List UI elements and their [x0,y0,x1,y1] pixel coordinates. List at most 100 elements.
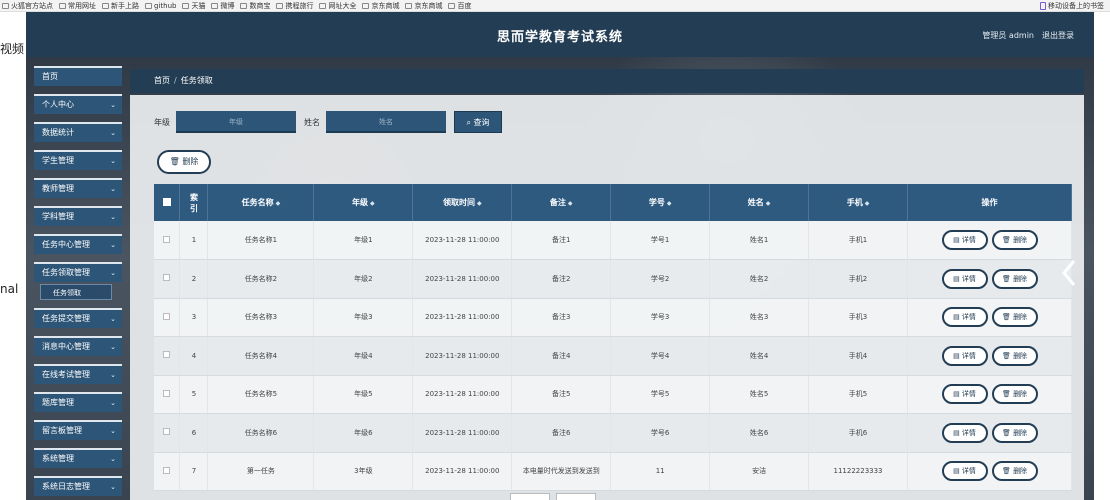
table-cell: 学号1 [610,221,711,260]
bookmark-item[interactable]: 数商宝 [240,1,270,11]
batch-delete-button[interactable]: 🗑 删除 [157,150,211,174]
sidebar-item-4[interactable]: 教师管理 ⌄ [34,178,122,198]
sidebar-item-6[interactable]: 任务中心管理 ⌄ [34,234,122,254]
sidebar-item-0[interactable]: 首页 [34,66,122,86]
bookmark-label: 网址大全 [328,1,357,10]
detail-button[interactable]: ▤ 详情 [941,384,988,405]
sidebar-item-3[interactable]: 学生管理 ⌄ [34,150,122,170]
table-cell: 7 [179,452,209,491]
sidebar-item-10[interactable]: 在线考试管理 ⌄ [34,364,122,384]
bookmark-label: 火狐官方站点 [11,1,53,10]
trash-icon: 🗑 [1001,351,1014,360]
sidebar-item-14[interactable]: 系统日志管理 ⌄ [34,476,122,496]
sort-icon[interactable]: ◆ [370,200,375,207]
sort-icon[interactable]: ◆ [865,200,870,207]
table-cell: 2023-11-28 11:00:00 [412,375,513,414]
delete-label: 删除 [1013,428,1028,437]
bookmark-item[interactable]: 常用网址 [59,1,96,11]
chevron-down-icon: ⌄ [110,371,116,379]
sort-icon[interactable]: ◆ [766,200,771,207]
chevron-down-icon: ⌄ [110,129,116,137]
chevron-left-icon[interactable] [1060,258,1078,288]
bookmark-item[interactable]: 火狐官方站点 [2,1,53,11]
column-header[interactable]: 任务名称 ◆ [207,184,315,221]
delete-button[interactable]: 🗑 删除 [991,307,1038,328]
detail-button[interactable]: ▤ 详情 [941,461,988,482]
bookmark-item[interactable]: 京东商城 [405,1,442,11]
column-header[interactable]: 备注 ◆ [511,184,612,221]
sidebar-item-8[interactable]: 任务提交管理 ⌄ [34,308,122,328]
detail-button[interactable]: ▤ 详情 [941,345,988,366]
row-checkbox-cell[interactable] [154,298,181,337]
header-select-all[interactable] [154,184,181,221]
sidebar-item-13[interactable]: 系统管理 ⌄ [34,448,122,468]
delete-button[interactable]: 🗑 删除 [991,230,1038,250]
bookmark-item[interactable]: 京东商城 [362,1,399,11]
bookmark-item[interactable]: 携程旅行 [276,1,313,11]
sort-icon[interactable]: ◆ [477,200,482,207]
sidebar-menu: 首页个人中心 ⌄ 数据统计 ⌄ 学生管理 ⌄ 教师管理 ⌄ 学科管理 ⌄ 任务中心管理 ⌄ 任务领取管理… [34,66,122,500]
column-header[interactable]: 手机 ◆ [808,184,908,221]
table-cell: 姓名5 [709,375,810,414]
checkbox-icon [163,466,171,474]
checkbox-icon [163,389,171,397]
bookmark-item[interactable]: 百度 [448,1,471,11]
table-cell: 姓名2 [709,259,810,299]
sort-icon[interactable]: ◆ [568,200,573,207]
logout-link[interactable]: 退出登录 [1042,30,1074,41]
column-header[interactable]: 姓名 ◆ [709,184,810,221]
table-cell: 手机6 [808,413,908,453]
bookmark-item[interactable]: 天猫 [182,1,205,11]
row-checkbox-cell[interactable] [154,413,181,453]
page-size-select[interactable] [510,493,550,500]
row-checkbox-cell[interactable] [154,452,181,491]
app-window: 思而学教育考试系统 管理员 admin 退出登录 首页 个人中心 ⌄ 数据统计 ⌄ 学生管… [26,12,1094,500]
folder-icon [319,2,327,9]
row-checkbox-cell[interactable] [154,259,181,299]
bookmark-item[interactable]: 微博 [211,1,234,11]
bookmark-item[interactable]: github [145,2,176,10]
breadcrumb-home[interactable]: 首页 [154,76,170,85]
sidebar-subitem-task-receive[interactable]: 任务领取 [40,284,112,300]
delete-button[interactable]: 🗑 删除 [991,461,1038,482]
table-cell: 年级2 [313,259,414,299]
mobile-bookmarks[interactable]: 移动设备上的书签 [1040,0,1104,12]
column-header[interactable]: 年级 ◆ [313,184,414,221]
delete-button[interactable]: 🗑 删除 [991,345,1038,366]
detail-icon: ▤ [953,351,962,360]
row-checkbox-cell[interactable] [154,336,181,376]
detail-button[interactable]: ▤ 详情 [941,268,988,289]
row-checkbox-cell[interactable] [154,375,181,414]
checkbox-icon [163,235,171,243]
delete-button[interactable]: 🗑 删除 [991,384,1038,405]
sidebar-item-11[interactable]: 题库管理 ⌄ [34,392,122,412]
page-nav[interactable] [556,493,596,500]
column-header[interactable]: 领取时间 ◆ [412,184,513,221]
detail-button[interactable]: ▤ 详情 [941,230,988,250]
column-header[interactable]: 学号 ◆ [610,184,711,221]
sort-icon[interactable]: ◆ [667,200,672,207]
sidebar-item-5[interactable]: 学科管理 ⌄ [34,206,122,226]
sidebar-item-9[interactable]: 消息中心管理 ⌄ [34,336,122,356]
grade-input[interactable]: 年级 [176,111,296,133]
sidebar-item-12[interactable]: 留言板管理 ⌄ [34,420,122,440]
row-checkbox-cell[interactable] [154,221,181,260]
bookmark-item[interactable]: 网址大全 [319,1,356,11]
chevron-down-icon: ⌄ [110,213,116,221]
pagination [510,493,596,500]
batch-delete-label: 删除 [182,157,199,166]
sidebar-item-2[interactable]: 数据统计 ⌄ [34,122,122,142]
detail-button[interactable]: ▤ 详情 [941,422,988,443]
detail-button[interactable]: ▤ 详情 [941,307,988,328]
sidebar-item-1[interactable]: 个人中心 ⌄ [34,94,122,114]
table-cell: 学号2 [610,259,711,299]
query-button[interactable]: ⌕ 查询 [454,111,502,133]
sidebar-item-7[interactable]: 任务领取管理 ⌄ [34,262,122,282]
sort-icon[interactable]: ◆ [276,200,281,207]
table-cell: 年级4 [313,336,414,376]
delete-button[interactable]: 🗑 删除 [991,268,1038,289]
bookmark-item[interactable]: 新手上路 [102,1,139,11]
main-content: 首页 / 任务领取 年级 年级 姓名 姓名 ⌕ 查询 🗑 删除 索引 任务名称 ◆ 年级 ◆… [130,67,1084,500]
delete-button[interactable]: 🗑 删除 [991,422,1038,443]
name-input[interactable]: 姓名 [326,111,446,133]
